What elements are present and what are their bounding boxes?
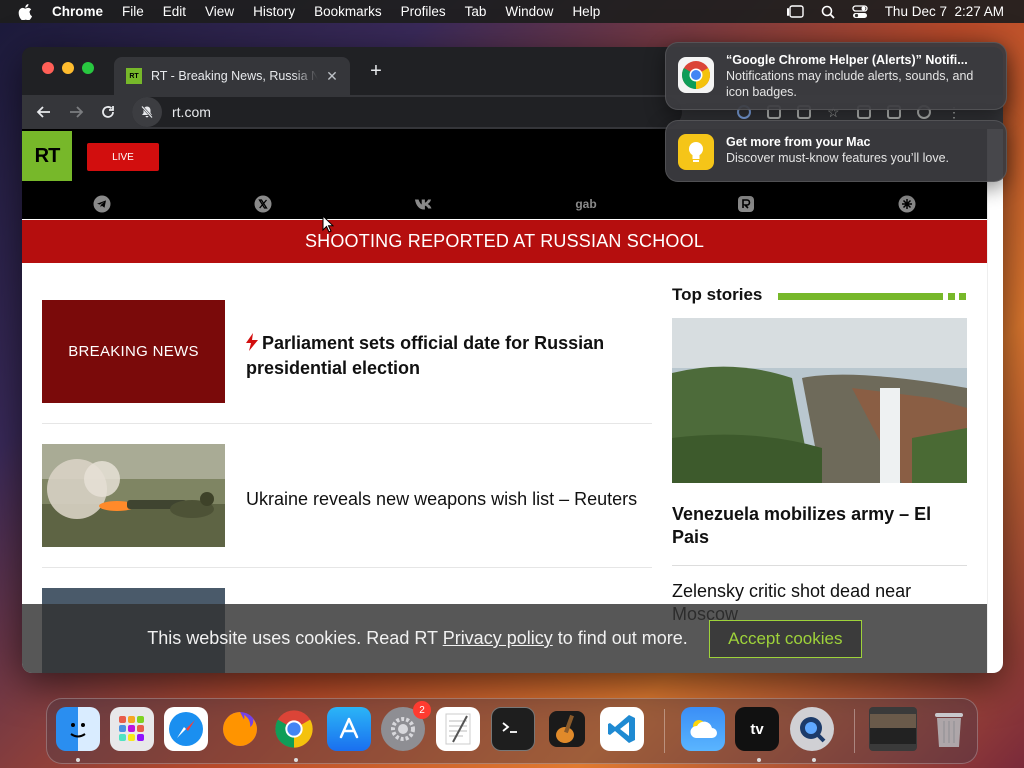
menu-view[interactable]: View (205, 4, 234, 19)
trash-icon[interactable] (927, 707, 971, 751)
tab-title: RT - Breaking News, Russia News (151, 69, 318, 83)
tab-rt[interactable]: RT RT - Breaking News, Russia News ✕ (114, 57, 350, 95)
notification-body: Notifications may include alerts, sounds… (726, 69, 974, 99)
page-scrollbar[interactable] (987, 129, 1003, 673)
quicktime-icon[interactable] (790, 707, 834, 751)
social-links: gab (22, 189, 987, 219)
notification-title: “Google Chrome Helper (Alerts)” Notifi..… (726, 53, 968, 67)
notification-body: Discover must-know features you’ll love. (726, 151, 949, 165)
apple-menu-icon[interactable] (18, 3, 36, 20)
x-twitter-icon[interactable] (253, 194, 273, 214)
menu-clock[interactable]: Thu Dec 7 2:27 AM (885, 4, 1004, 19)
chrome-notification[interactable]: “Google Chrome Helper (Alerts)” Notifi..… (665, 42, 1007, 110)
tips-lightbulb-icon (678, 134, 714, 170)
url-text: rt.com (172, 104, 211, 120)
forward-button[interactable] (65, 101, 87, 123)
running-indicator (294, 758, 298, 762)
notification-title: Get more from your Mac (726, 135, 871, 149)
notification-badge: 2 (413, 701, 431, 719)
cookie-message: This website uses cookies. Read RT Priva… (147, 628, 688, 648)
new-tab-button[interactable]: + (366, 60, 386, 82)
live-button[interactable]: LIVE (87, 143, 159, 171)
garageband-icon[interactable] (545, 707, 589, 751)
launchpad-icon[interactable] (110, 707, 154, 751)
menu-bookmarks[interactable]: Bookmarks (314, 4, 382, 19)
textedit-icon[interactable] (436, 707, 480, 751)
system-settings-icon[interactable]: 2 (381, 701, 431, 751)
news-title[interactable]: Ukraine reveals new weapons wish list – … (246, 488, 656, 511)
gab-icon[interactable]: gab (572, 194, 600, 214)
running-indicator (812, 758, 816, 762)
finder-icon[interactable] (56, 707, 100, 751)
rumble-icon[interactable] (736, 194, 756, 214)
chrome-icon (678, 57, 714, 93)
rt-logo[interactable]: RT (22, 131, 72, 181)
top-story-image[interactable] (672, 318, 967, 483)
telegram-icon[interactable] (92, 194, 112, 214)
firefox-icon[interactable] (218, 707, 262, 751)
menu-window[interactable]: Window (505, 4, 553, 19)
menu-profiles[interactable]: Profiles (401, 4, 446, 19)
menu-bar: Chrome File Edit View History Bookmarks … (0, 0, 1024, 23)
news-item[interactable]: Ukraine reveals new weapons wish list – … (42, 444, 652, 568)
privacy-policy-link[interactable]: Privacy policy (443, 628, 553, 648)
address-bar[interactable]: rt.com (132, 97, 682, 127)
vk-icon[interactable] (414, 194, 434, 214)
reload-button[interactable] (97, 101, 119, 123)
weapons-thumbnail[interactable] (42, 444, 225, 547)
top-stories-header: Top stories (672, 285, 967, 305)
mouse-cursor-icon (322, 214, 335, 238)
section-bar-dot (959, 293, 966, 300)
safari-icon[interactable] (164, 707, 208, 751)
menu-tab[interactable]: Tab (465, 4, 487, 19)
window-preview-icon[interactable] (869, 707, 917, 751)
running-indicator (76, 758, 80, 762)
breaking-banner[interactable]: SHOOTING REPORTED AT RUSSIAN SCHOOL (22, 220, 987, 263)
top-stories-title: Top stories (672, 285, 763, 304)
tab-close-icon[interactable]: ✕ (324, 68, 340, 84)
notifications-blocked-icon[interactable] (132, 97, 162, 127)
tips-notification[interactable]: Get more from your Mac Discover must-kno… (665, 120, 1007, 182)
close-window-button[interactable] (42, 62, 54, 74)
dock-separator (854, 709, 855, 753)
back-button[interactable] (33, 101, 55, 123)
chrome-icon[interactable] (272, 707, 316, 751)
stage-manager-icon[interactable] (786, 4, 804, 19)
section-bar-dot (948, 293, 955, 300)
menu-edit[interactable]: Edit (163, 4, 186, 19)
apple-tv-icon[interactable]: tv (735, 707, 779, 751)
running-indicator (757, 758, 761, 762)
terminal-icon[interactable] (491, 707, 535, 751)
top-story-headline[interactable]: Venezuela mobilizes army – El Pais (672, 503, 967, 549)
weather-icon[interactable] (681, 707, 725, 751)
news-title[interactable]: Parliament sets official date for Russia… (246, 332, 636, 380)
app-store-icon[interactable] (327, 707, 371, 751)
dock: 2 tv (46, 698, 978, 764)
accept-cookies-button[interactable]: Accept cookies (708, 619, 862, 658)
story-divider (672, 565, 967, 566)
menu-history[interactable]: History (253, 4, 295, 19)
breaking-news-thumbnail[interactable]: BREAKING NEWS (42, 300, 225, 403)
odysee-icon[interactable] (897, 194, 917, 214)
news-item[interactable]: BREAKING NEWS Parliament sets official d… (42, 300, 652, 424)
zoom-window-button[interactable] (82, 62, 94, 74)
dock-separator (664, 709, 665, 753)
cookie-banner: This website uses cookies. Read RT Priva… (22, 604, 987, 673)
menu-app-name[interactable]: Chrome (52, 4, 103, 19)
vscode-icon[interactable] (600, 707, 644, 751)
section-bar (778, 293, 943, 300)
control-center-icon[interactable] (852, 4, 868, 19)
lightning-icon (246, 333, 258, 357)
web-page: RT LIVE gab SHOOTING REPORTED AT RUSSIAN… (22, 129, 987, 673)
menu-file[interactable]: File (122, 4, 144, 19)
rt-favicon-icon: RT (126, 68, 142, 84)
menu-help[interactable]: Help (572, 4, 600, 19)
minimize-window-button[interactable] (62, 62, 74, 74)
spotlight-search-icon[interactable] (821, 5, 835, 19)
